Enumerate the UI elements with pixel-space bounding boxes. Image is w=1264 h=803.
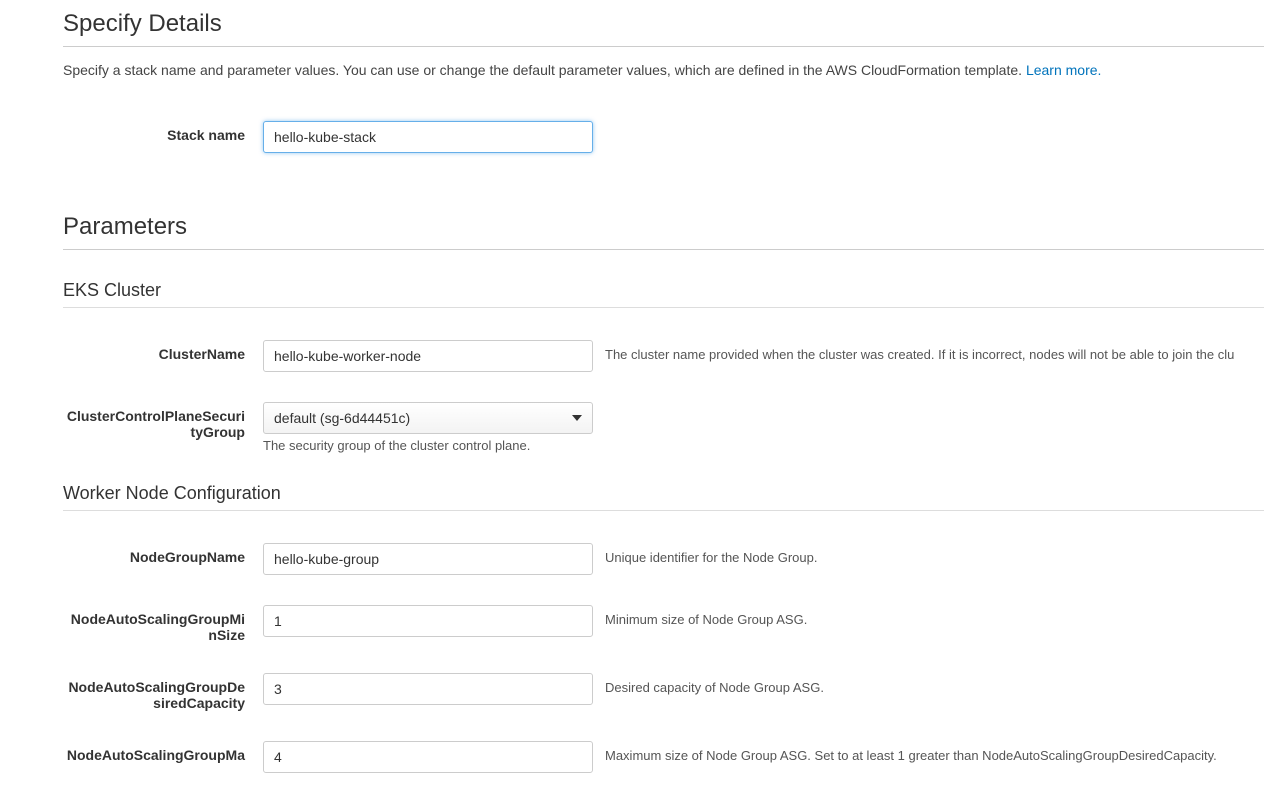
security-group-row: ClusterControlPlaneSecurityGroup default… [63,402,1264,453]
cluster-name-row: ClusterName The cluster name provided wh… [63,340,1264,372]
max-size-input[interactable] [263,741,593,773]
max-size-hint: Maximum size of Node Group ASG. Set to a… [593,741,1217,765]
page-title-specify-details: Specify Details [63,10,1264,38]
subsection-worker-node: Worker Node Configuration [63,483,1264,504]
cluster-name-hint: The cluster name provided when the clust… [593,340,1234,364]
stack-name-row: Stack name [63,121,1264,153]
subsection-eks-cluster: EKS Cluster [63,280,1264,301]
desired-capacity-input[interactable] [263,673,593,705]
min-size-row: NodeAutoScalingGroupMinSize Minimum size… [63,605,1264,643]
max-size-row: NodeAutoScalingGroupMa Maximum size of N… [63,741,1264,773]
chevron-down-icon [572,415,582,421]
divider [63,307,1264,308]
desired-capacity-hint: Desired capacity of Node Group ASG. [593,673,824,697]
description-text: Specify a stack name and parameter value… [63,62,1026,78]
stack-name-input[interactable] [263,121,593,153]
divider [63,510,1264,511]
node-group-name-input[interactable] [263,543,593,575]
cluster-name-label: ClusterName [63,340,263,362]
node-group-name-hint: Unique identifier for the Node Group. [593,543,817,567]
min-size-label: NodeAutoScalingGroupMinSize [63,605,263,643]
page-title-parameters: Parameters [63,213,1264,241]
learn-more-link[interactable]: Learn more. [1026,62,1101,78]
stack-name-label: Stack name [63,121,263,143]
desired-capacity-row: NodeAutoScalingGroupDesiredCapacity Desi… [63,673,1264,711]
cluster-name-input[interactable] [263,340,593,372]
max-size-label: NodeAutoScalingGroupMa [63,741,263,763]
security-group-select[interactable]: default (sg-6d44451c) [263,402,593,434]
min-size-hint: Minimum size of Node Group ASG. [593,605,807,629]
security-group-subhint: The security group of the cluster contro… [263,438,593,453]
section-description: Specify a stack name and parameter value… [63,61,1264,81]
security-group-label: ClusterControlPlaneSecurityGroup [63,402,263,440]
node-group-name-row: NodeGroupName Unique identifier for the … [63,543,1264,575]
security-group-value: default (sg-6d44451c) [274,410,410,426]
min-size-input[interactable] [263,605,593,637]
divider [63,46,1264,47]
node-group-name-label: NodeGroupName [63,543,263,565]
divider [63,249,1264,250]
desired-capacity-label: NodeAutoScalingGroupDesiredCapacity [63,673,263,711]
